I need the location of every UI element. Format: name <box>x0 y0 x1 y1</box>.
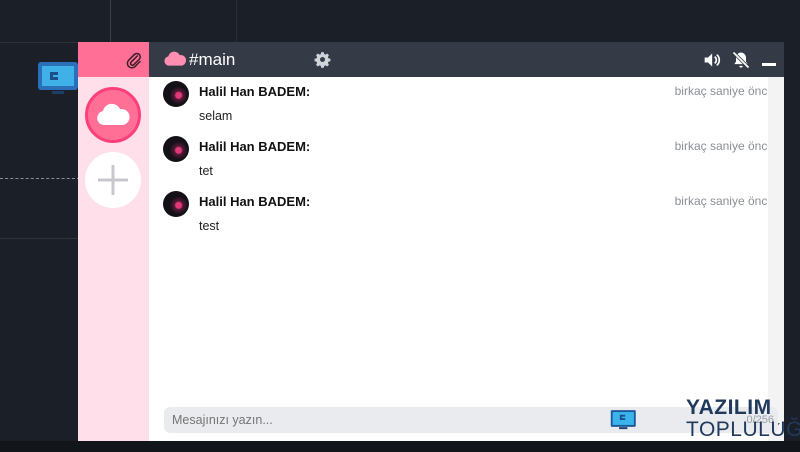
message-author[interactable]: Halil Han BADEM: <box>199 194 310 209</box>
message-text: test <box>199 219 220 233</box>
cloud-icon <box>97 103 130 125</box>
server-cloud-button[interactable] <box>85 87 141 143</box>
add-server-button[interactable] <box>85 152 141 208</box>
bell-muted-icon <box>732 50 750 69</box>
message-author[interactable]: Halil Han BADEM: <box>199 139 310 154</box>
desktop-monitor-icon <box>38 62 78 94</box>
message-text: tet <box>199 164 213 178</box>
watermark-line2: TOPLULUĞU <box>686 418 800 441</box>
yazilim-toplulugu-logo <box>610 410 636 430</box>
avatar[interactable] <box>163 136 189 162</box>
channel-header: #main <box>149 42 784 77</box>
background-grid-line <box>110 0 111 42</box>
message-timestamp: birkaç saniye önce <box>674 194 774 208</box>
message-item: Halil Han BADEM: birkaç saniye önce tet <box>149 132 780 182</box>
message-item: Halil Han BADEM: birkaç saniye önce sela… <box>149 77 780 127</box>
message-timestamp: birkaç saniye önce <box>674 84 774 98</box>
channel-name: #main <box>189 50 236 69</box>
volume-icon <box>704 52 721 67</box>
background-divider <box>0 42 80 43</box>
message-timestamp: birkaç saniye önce <box>674 139 774 153</box>
message-scrollbar[interactable] <box>768 77 784 441</box>
background-grid-line <box>236 0 237 42</box>
background-divider <box>0 238 80 239</box>
mute-notifications-button[interactable] <box>730 49 752 71</box>
minimize-button[interactable] <box>758 49 780 71</box>
message-author[interactable]: Halil Han BADEM: <box>199 84 310 99</box>
message-text: selam <box>199 109 233 123</box>
cloud-icon <box>164 51 187 66</box>
gear-icon[interactable] <box>314 51 331 68</box>
minimize-icon <box>762 62 776 66</box>
header-actions <box>702 42 784 77</box>
sidebar-header <box>78 42 149 77</box>
server-sidebar <box>78 42 149 441</box>
avatar[interactable] <box>163 191 189 217</box>
volume-button[interactable] <box>702 49 724 71</box>
watermark-line1: YAZILIM <box>686 396 772 419</box>
message-list: Halil Han BADEM: birkaç saniye önce sela… <box>149 77 780 397</box>
message-item: Halil Han BADEM: birkaç saniye önce test <box>149 187 780 237</box>
chat-widget: #main Halil Han BADEM: birkaç saniye önc… <box>78 42 784 441</box>
background-dashed-line <box>0 178 80 179</box>
avatar[interactable] <box>163 81 189 107</box>
paperclip-icon[interactable] <box>125 51 143 69</box>
plus-icon <box>98 165 128 195</box>
